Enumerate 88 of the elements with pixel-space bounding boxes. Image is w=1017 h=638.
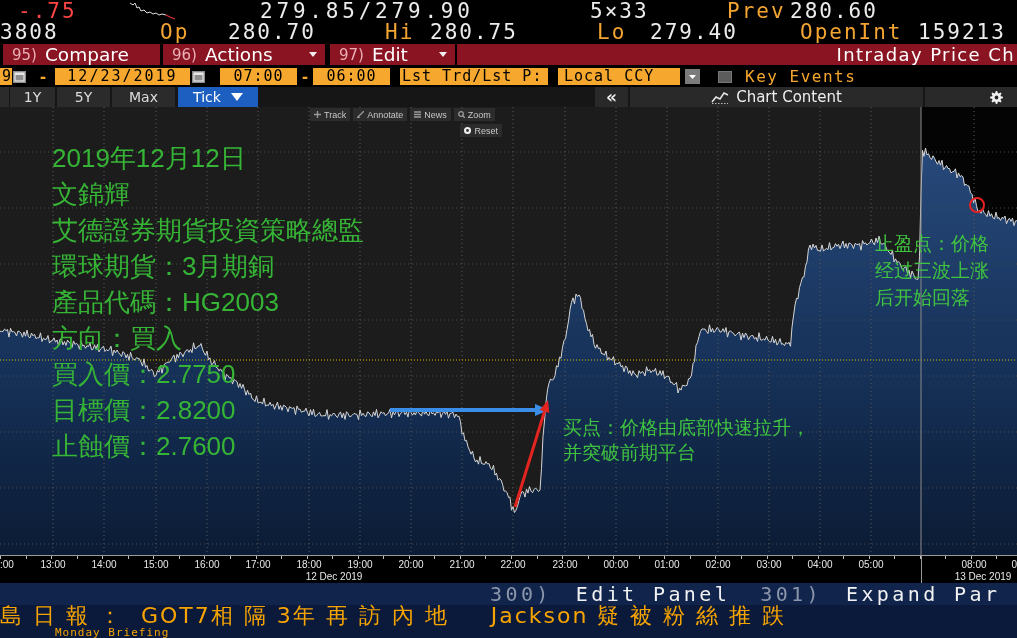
news-headline[interactable]: Jackson 疑被粉絲推跌 xyxy=(490,605,796,627)
axis-label: 02:00 xyxy=(705,559,731,571)
annotation-text: 买点：价格由底部快速拉升， 并突破前期平台 xyxy=(563,416,810,465)
stat-value: 159213 xyxy=(918,22,1006,43)
chart-tool-button[interactable]: Annotate xyxy=(353,108,408,121)
price-type-field[interactable]: Lst Trd/Lst P: xyxy=(400,68,548,85)
range-dash: - xyxy=(300,67,310,86)
axis-label: 18:00 xyxy=(296,559,322,571)
chart-icon xyxy=(711,90,730,104)
stat-label: Hi xyxy=(385,22,415,43)
chart-content-button[interactable]: Chart Content xyxy=(630,87,923,107)
chart-tool-button[interactable]: Zoom xyxy=(453,108,495,121)
key-events-checkbox[interactable] xyxy=(718,70,732,83)
axis-label: 19:00 xyxy=(347,559,373,571)
axis-label: 04:00 xyxy=(807,559,833,571)
stat-label: Lo xyxy=(597,22,627,43)
news-headline[interactable]: Monday Briefing xyxy=(55,627,170,638)
info-text: 產品代碼：HG2003 xyxy=(52,286,280,319)
date-field[interactable]: 9 xyxy=(0,68,12,85)
chart-tool-button[interactable]: News xyxy=(410,108,451,121)
calendar-icon xyxy=(13,70,26,83)
panel-command[interactable]: 300) Edit Panel xyxy=(490,583,731,605)
dropdown-button[interactable] xyxy=(685,69,700,84)
panel-title: Intraday Price Ch xyxy=(457,44,1017,65)
collapse-button[interactable]: « xyxy=(595,87,628,107)
info-text: 文錦輝 xyxy=(52,178,131,211)
period-tab[interactable]: 5Y xyxy=(57,87,110,107)
currency-field[interactable]: Local CCY xyxy=(558,68,680,85)
axis-label: 17:00 xyxy=(245,559,271,571)
range-dash: - xyxy=(38,67,48,86)
info-text: 艾德證券期貨投資策略總監 xyxy=(52,214,364,247)
time-field[interactable]: 07:00 xyxy=(220,68,297,85)
axis-label: 14:00 xyxy=(91,559,117,571)
info-text: 目標價：2.8200 xyxy=(52,394,237,427)
menu-button[interactable]: 96) Actions xyxy=(163,44,325,65)
bid-ask-size-text: 5×33 xyxy=(590,0,649,22)
axis-label: 20:00 xyxy=(398,559,424,571)
axis-label: 15:00 xyxy=(143,559,169,571)
period-tab[interactable]: Tick xyxy=(178,87,258,107)
axis-label: 01:00 xyxy=(654,559,680,571)
info-text: 止蝕價：2.7600 xyxy=(52,430,237,463)
period-tab[interactable]: Max xyxy=(112,87,175,107)
period-tab[interactable]: 1Y xyxy=(10,87,55,107)
reset-button[interactable]: Reset xyxy=(460,124,502,137)
axis-label: 16:00 xyxy=(194,559,220,571)
calendar-icon xyxy=(192,70,205,83)
axis-label: 13:00 xyxy=(40,559,66,571)
panel-command[interactable]: 301) Expand Par xyxy=(760,583,1001,605)
chart-tool-button[interactable]: Track xyxy=(310,108,351,121)
time-field[interactable]: 06:00 xyxy=(313,68,390,85)
list-icon xyxy=(414,111,422,118)
axis-label: 23:00 xyxy=(552,559,578,571)
stat-label: OpenInt xyxy=(800,22,903,43)
axis-label: 03:00 xyxy=(756,559,782,571)
bid-ask-text: 279.85/279.90 xyxy=(260,0,474,22)
settings-icon xyxy=(990,90,1003,104)
axis-label: 00:00 xyxy=(603,559,629,571)
plus-icon xyxy=(314,111,321,118)
menu-button[interactable]: 95) Compare xyxy=(3,44,160,65)
slash-icon xyxy=(357,111,365,118)
stat-value: 280.70 xyxy=(228,22,316,43)
axis-label: :00 xyxy=(0,559,14,571)
stat-label: Prev xyxy=(727,0,786,22)
calendar-button[interactable] xyxy=(13,70,26,83)
sparkline-icon xyxy=(130,2,176,20)
axis-label: 05:00 xyxy=(858,559,884,571)
caret-icon xyxy=(689,74,696,79)
menu-button[interactable]: 97) Edit xyxy=(330,44,455,65)
calendar-button[interactable] xyxy=(192,70,205,83)
stat-value: 279.40 xyxy=(650,22,738,43)
stat-label: Op xyxy=(160,22,190,43)
settings-button[interactable] xyxy=(925,87,1017,107)
info-text: 環球期貨：3月期銅 xyxy=(52,250,276,283)
axis-date-label: 12 Dec 2019 xyxy=(305,571,363,583)
axis-label: 21:00 xyxy=(449,559,475,571)
axis-date-label: 13 Dec 2019 xyxy=(954,571,1012,583)
search-icon xyxy=(457,111,465,118)
stat-value: 3808 xyxy=(0,22,59,43)
axis-label: 22:00 xyxy=(500,559,526,571)
date-field[interactable]: 12/23/2019 xyxy=(55,68,190,85)
axis-label: 0 xyxy=(1011,559,1017,571)
checkbox-label: Key Events xyxy=(745,67,857,86)
stat-value: 280.75 xyxy=(430,22,518,43)
radio-dot-icon xyxy=(464,127,472,134)
stat-value: 280.60 xyxy=(790,0,878,22)
axis-label: 08:00 xyxy=(961,559,987,571)
price-change-text: -.75 xyxy=(18,0,77,22)
info-text: 2019年12月12日 xyxy=(52,142,247,175)
